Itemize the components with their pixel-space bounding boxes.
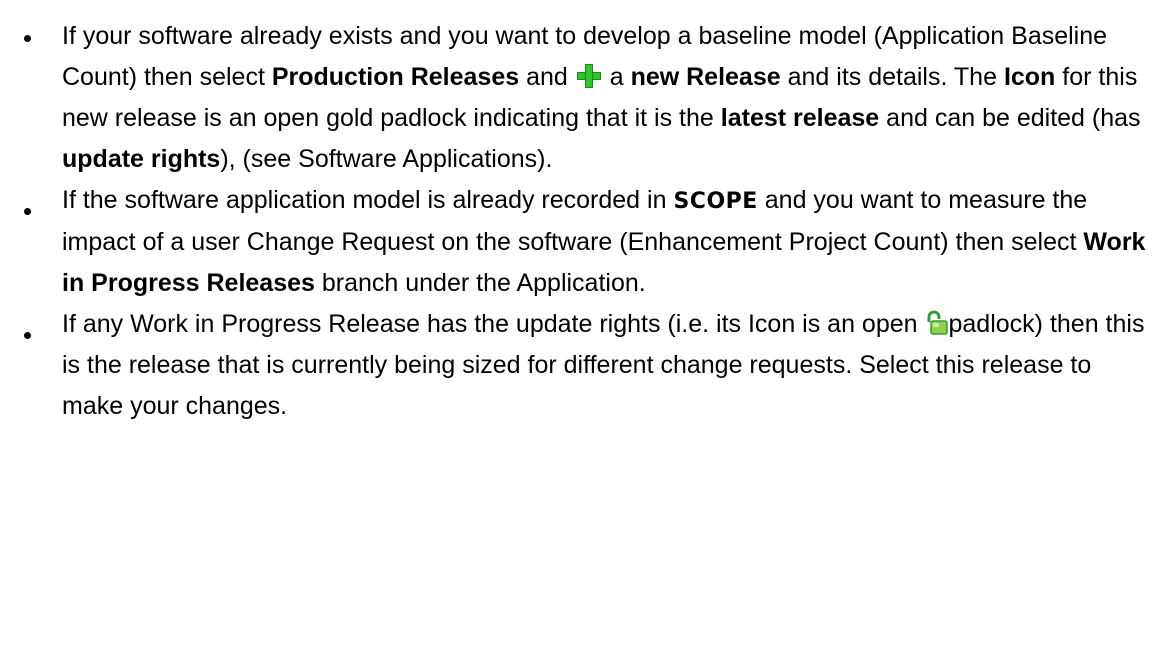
new-release-label: new Release: [630, 63, 781, 91]
green-plus-icon: [576, 64, 601, 88]
scope-label: SCOPE: [673, 189, 758, 214]
latest-release-label: latest release: [720, 104, 880, 132]
text-segment: If the software application model is alr…: [62, 186, 674, 214]
bullet-item-work-in-progress: If the software application model is alr…: [0, 180, 1173, 304]
text-segment: a: [602, 63, 631, 91]
text-segment: and can be edited (has: [879, 104, 1141, 132]
production-releases-label: Production Releases: [271, 63, 520, 91]
text-segment: branch under the Application.: [314, 269, 646, 297]
update-rights-label: update rights: [62, 145, 221, 173]
open-padlock-icon: [927, 310, 948, 335]
bullet-dot: [24, 332, 31, 339]
text-segment: ), (see Software Applications).: [220, 145, 553, 173]
bullet-dot: [24, 208, 31, 215]
icon-label: Icon: [1003, 63, 1056, 91]
bullet-item-production-releases: If your software already exists and you …: [0, 0, 1173, 180]
text-segment: and its details. The: [780, 63, 1004, 91]
text-segment: and: [519, 63, 575, 91]
bullet-dot: [24, 35, 31, 42]
text-segment: If any Work in Progress Release has the …: [62, 310, 925, 338]
bullet-item-update-rights: If any Work in Progress Release has the …: [0, 304, 1173, 427]
bullet-list: If your software already exists and you …: [0, 0, 1173, 427]
